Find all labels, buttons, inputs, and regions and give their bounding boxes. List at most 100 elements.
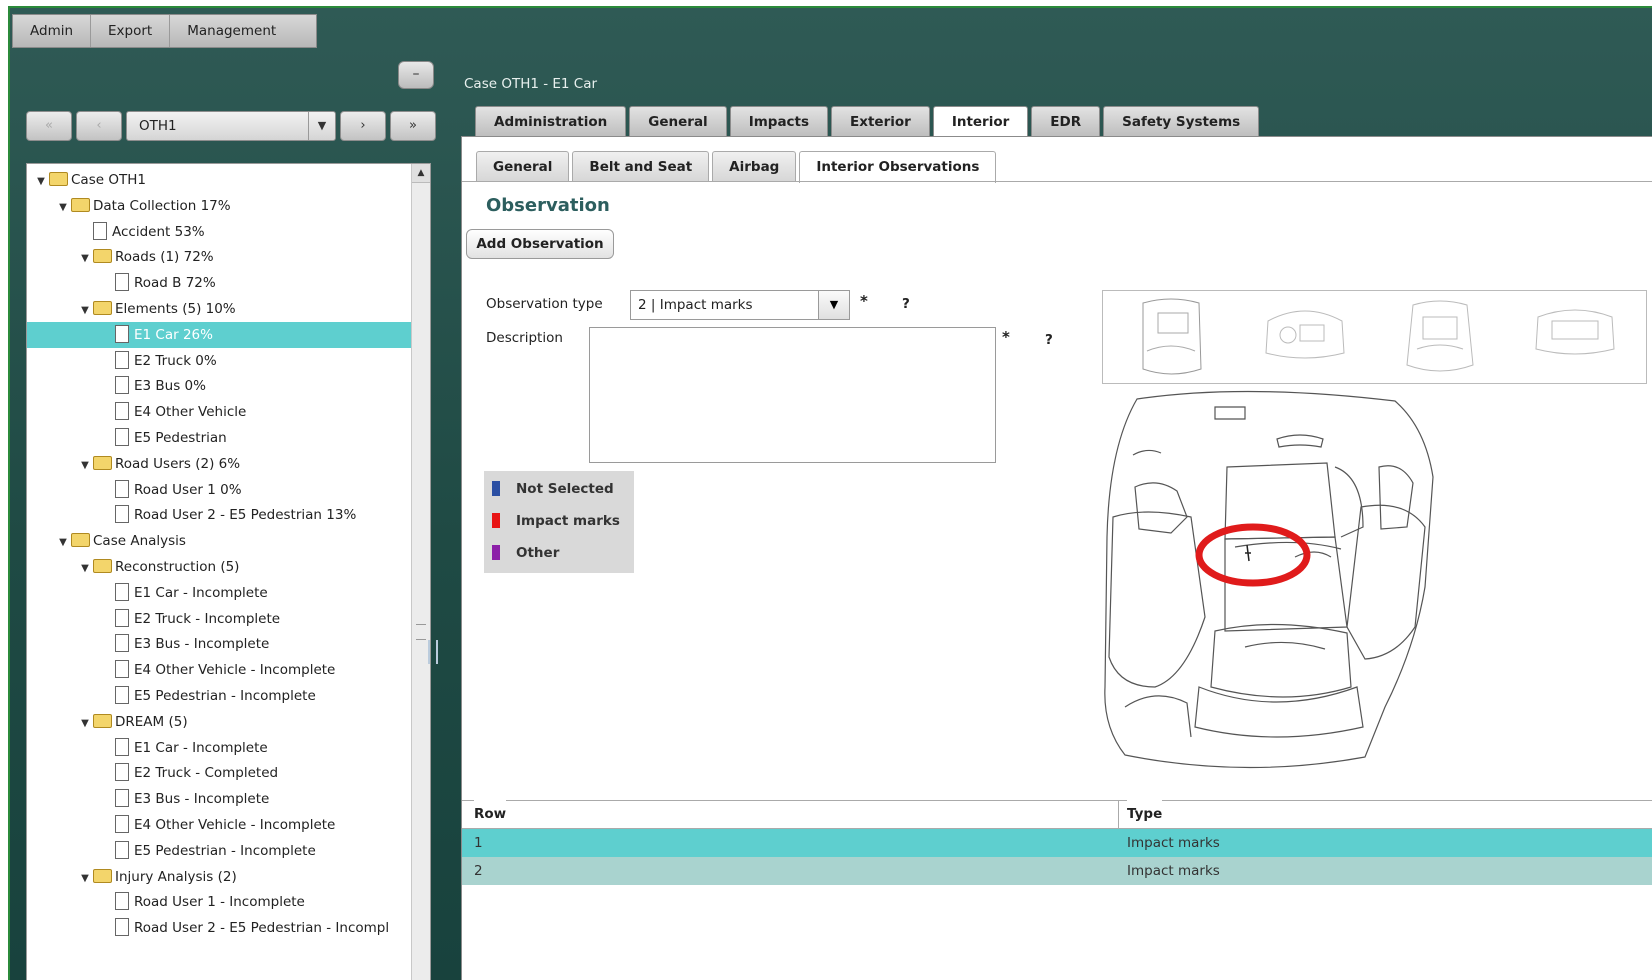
tree-item[interactable]: E3 Bus - Incomplete: [27, 631, 412, 657]
tree-item[interactable]: ▼ Data Collection 17%: [27, 193, 412, 219]
thumbnail-rear-seat[interactable]: [1508, 291, 1643, 383]
add-observation-button[interactable]: Add Observation: [466, 229, 614, 259]
expand-arrow-icon[interactable]: ▼: [35, 169, 47, 195]
subtab-belt-and-seat[interactable]: Belt and Seat: [572, 151, 710, 182]
document-icon: [115, 350, 129, 369]
menu-export[interactable]: Export: [91, 15, 171, 47]
car-interior-diagram[interactable]: [1095, 387, 1450, 782]
subtab-airbag[interactable]: Airbag: [712, 151, 797, 182]
cell-type: Impact marks: [1127, 863, 1220, 879]
first-case-button[interactable]: «: [26, 111, 72, 141]
tree-item[interactable]: Road User 1 0%: [27, 477, 412, 503]
tree-item-label: Road User 2 - E5 Pedestrian 13%: [134, 507, 357, 524]
help-icon[interactable]: ?: [1045, 332, 1053, 348]
tree-item[interactable]: ▼ DREAM (5): [27, 709, 412, 735]
column-header-row[interactable]: Row: [474, 800, 507, 828]
subtab-interior-observations[interactable]: Interior Observations: [799, 151, 997, 183]
required-mark: *: [1002, 328, 1010, 346]
expand-arrow-icon[interactable]: ▼: [57, 530, 69, 556]
tree-item[interactable]: E4 Other Vehicle - Incomplete: [27, 657, 412, 683]
subtab-general[interactable]: General: [476, 151, 570, 182]
menu-admin[interactable]: Admin: [13, 15, 92, 47]
chevron-down-icon[interactable]: ▼: [818, 291, 849, 319]
tab-impacts[interactable]: Impacts: [729, 106, 829, 137]
tree-scrollbar[interactable]: ▲: [411, 164, 430, 980]
tree-item[interactable]: E2 Truck 0%: [27, 348, 412, 374]
tree-item-label: E4 Other Vehicle - Incomplete: [134, 817, 336, 833]
panel-splitter[interactable]: [428, 640, 438, 664]
tab-administration[interactable]: Administration: [475, 106, 627, 137]
tree-item[interactable]: E1 Car - Incomplete: [27, 735, 412, 761]
tree-item[interactable]: E2 Truck - Incomplete: [27, 606, 412, 632]
case-tree: ▼ Case OTH1 ▼ Data Collection 17% Accident 5…: [26, 163, 431, 980]
tree-item[interactable]: ▼ Injury Analysis (2): [27, 864, 412, 890]
expand-arrow-icon[interactable]: ▼: [79, 246, 91, 272]
expand-arrow-icon[interactable]: ▼: [57, 195, 69, 221]
folder-icon: [71, 197, 90, 212]
tree-item[interactable]: E5 Pedestrian - Incomplete: [27, 683, 412, 709]
tree-item[interactable]: E5 Pedestrian: [27, 425, 412, 451]
help-icon[interactable]: ?: [902, 296, 910, 312]
document-icon: [115, 505, 129, 524]
collapse-panel-button[interactable]: –: [398, 61, 434, 89]
tree-item[interactable]: E2 Truck - Completed: [27, 760, 412, 786]
tree-item[interactable]: E1 Car 26%: [27, 321, 412, 348]
expand-arrow-icon[interactable]: ▼: [79, 711, 91, 737]
tree-item[interactable]: E4 Other Vehicle - Incomplete: [27, 812, 412, 838]
next-case-button[interactable]: ›: [340, 111, 386, 141]
legend-swatch: [492, 480, 500, 496]
tab-edr[interactable]: EDR: [1031, 106, 1101, 137]
scroll-up-icon[interactable]: ▲: [412, 164, 430, 183]
document-icon: [115, 402, 129, 421]
expand-arrow-icon[interactable]: ▼: [79, 453, 91, 479]
tab-safety-systems[interactable]: Safety Systems: [1103, 106, 1260, 137]
tree-item[interactable]: ▼ Elements (5) 10%: [27, 296, 412, 322]
thumbnail-dashboard[interactable]: [1238, 291, 1373, 383]
expand-arrow-icon[interactable]: ▼: [79, 556, 91, 582]
tree-item[interactable]: Road User 2 - E5 Pedestrian - Incompl: [27, 915, 412, 941]
tab-general[interactable]: General: [629, 106, 727, 137]
scroll-grip-icon[interactable]: [416, 624, 426, 640]
chevron-down-icon[interactable]: ▼: [308, 112, 335, 140]
tree-item[interactable]: Road User 2 - E5 Pedestrian 13%: [27, 502, 412, 528]
column-header-type[interactable]: Type: [1127, 800, 1163, 828]
thumbnail-interior-side[interactable]: [1103, 291, 1238, 383]
tree-item[interactable]: Road B 72%: [27, 270, 412, 296]
menu-management[interactable]: Management: [170, 15, 293, 47]
tree-item-label: Road User 2 - E5 Pedestrian - Incompl: [134, 920, 390, 937]
tree-item[interactable]: E3 Bus - Incomplete: [27, 786, 412, 812]
tree-item[interactable]: E5 Pedestrian - Incomplete: [27, 838, 412, 864]
tree-item-label: Road Users (2) 6%: [115, 455, 241, 472]
tree-item[interactable]: E1 Car - Incomplete: [27, 580, 412, 606]
tree-item[interactable]: ▼ Road Users (2) 6%: [27, 451, 412, 477]
expand-arrow-icon[interactable]: ▼: [79, 866, 91, 892]
description-textarea[interactable]: [589, 327, 996, 463]
tree-item-label: E2 Truck 0%: [134, 352, 217, 369]
tab-interior[interactable]: Interior: [932, 106, 1029, 138]
document-icon: [115, 273, 129, 292]
tree-item[interactable]: ▼ Reconstruction (5): [27, 554, 412, 580]
tree-item-label: E1 Car - Incomplete: [134, 739, 268, 756]
observation-type-select[interactable]: 2 | Impact marks ▼: [630, 290, 850, 320]
tree-item[interactable]: ▼ Case OTH1: [27, 167, 412, 193]
legend-label: Not Selected: [516, 481, 614, 497]
document-icon: [115, 686, 129, 704]
tree-item-label: Road B 72%: [134, 275, 216, 292]
tab-exterior[interactable]: Exterior: [831, 106, 930, 137]
tree-item[interactable]: E4 Other Vehicle: [27, 399, 412, 425]
table-row[interactable]: 1 Impact marks: [462, 829, 1652, 857]
thumbnail-rear-view[interactable]: [1373, 291, 1508, 383]
impact-marker-ellipse[interactable]: [1195, 523, 1311, 587]
tree-item[interactable]: Accident 53%: [27, 219, 412, 245]
tree-item[interactable]: ▼ Roads (1) 72%: [27, 244, 412, 270]
expand-arrow-icon[interactable]: ▼: [79, 298, 91, 324]
tree-item[interactable]: ▼ Case Analysis: [27, 528, 412, 554]
table-row[interactable]: 2 Impact marks: [462, 857, 1652, 885]
document-icon: [115, 840, 129, 859]
previous-case-button[interactable]: ‹: [76, 111, 122, 141]
tree-item[interactable]: E3 Bus 0%: [27, 373, 412, 399]
column-separator: [1118, 800, 1119, 828]
last-case-button[interactable]: »: [390, 111, 436, 141]
case-select[interactable]: OTH1 ▼: [126, 111, 336, 141]
tree-item[interactable]: Road User 1 - Incomplete: [27, 889, 412, 915]
